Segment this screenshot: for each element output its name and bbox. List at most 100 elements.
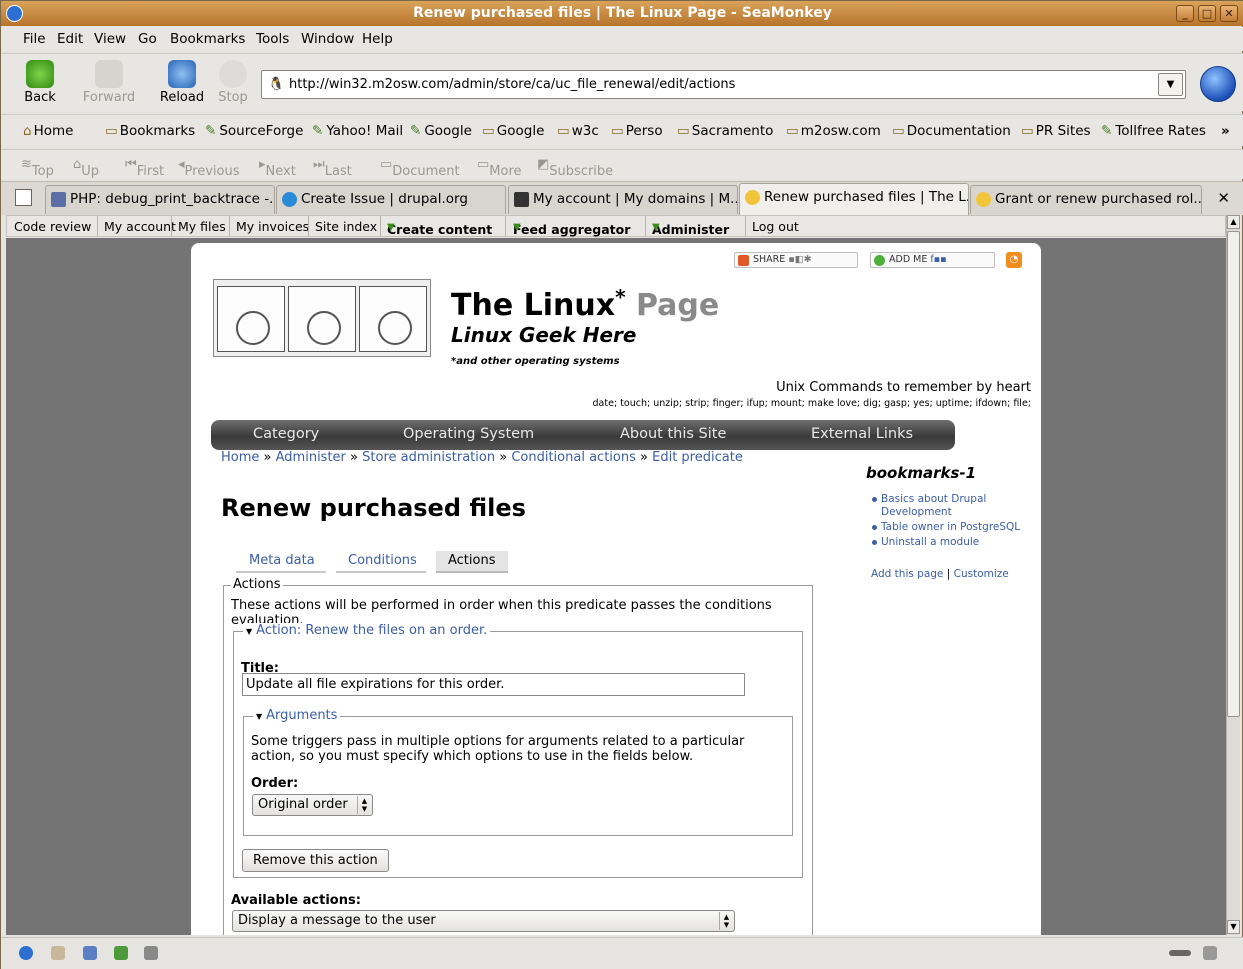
breadcrumb-store-administration[interactable]: Store administration — [362, 450, 495, 465]
scroll-down-icon[interactable]: ▼ — [1227, 920, 1240, 934]
add-me-button[interactable]: ADD ME f▪▪ — [870, 252, 995, 268]
close-window-icon[interactable]: ✕ — [1220, 5, 1238, 22]
tab-conditions[interactable]: Conditions — [336, 551, 426, 573]
divider — [505, 216, 506, 236]
menu-go[interactable]: Go — [138, 31, 157, 47]
bookmark-folder-w3c[interactable]: ▭ w3c — [557, 123, 599, 139]
sidebar-bookmark-item[interactable]: Table owner in PostgreSQL — [872, 521, 1021, 534]
scroll-up-icon[interactable]: ▲ — [1227, 215, 1240, 229]
irc-chat-icon[interactable] — [144, 946, 158, 960]
breadcrumb-administer[interactable]: Administer — [276, 450, 346, 465]
mail-icon[interactable] — [51, 946, 65, 960]
order-select[interactable]: Original order ▲ ▼ — [252, 794, 373, 816]
stop-button[interactable]: Stop — [203, 60, 263, 105]
menu-tools[interactable]: Tools — [256, 31, 289, 47]
add-this-page-link[interactable]: Add this page — [871, 568, 943, 580]
foxtrot-comic-logo[interactable] — [213, 279, 431, 357]
site-slogan: Linux Geek Here — [451, 323, 637, 347]
admin-my-invoices[interactable]: My invoices — [236, 219, 309, 234]
bookmarks-overflow-icon[interactable]: » — [1221, 123, 1230, 139]
new-tab-icon[interactable] — [15, 189, 32, 206]
admin-code-review[interactable]: Code review — [14, 219, 91, 234]
bookmark-folder-bookmarks[interactable]: ▭ Bookmarks — [105, 123, 195, 139]
tab-meta-data[interactable]: Meta data — [236, 551, 326, 573]
bookmark-folder-pr-sites[interactable]: ▭ PR Sites — [1021, 123, 1091, 139]
composer-icon[interactable] — [83, 946, 97, 960]
tab-drupal-issue[interactable]: Create Issue | drupal.org — [276, 185, 506, 214]
collapse-triangle-icon: ▼ — [246, 627, 253, 636]
divider — [308, 216, 309, 236]
bookmark-home[interactable]: ⌂ Home — [23, 123, 73, 139]
menu-view[interactable]: View — [94, 31, 126, 47]
share-button[interactable]: SHARE ▪◧✱ — [734, 252, 858, 268]
admin-my-files[interactable]: My files — [178, 219, 226, 234]
breadcrumb-conditional-actions[interactable]: Conditional actions — [511, 450, 636, 465]
arguments-collapse-toggle[interactable]: ▼ Arguments — [253, 708, 341, 723]
seamonkey-logo-icon[interactable] — [1200, 66, 1236, 102]
forward-arrow-icon — [95, 60, 123, 88]
nav-about-site[interactable]: About this Site — [620, 426, 726, 442]
nav-category[interactable]: Category — [253, 426, 319, 442]
bookmark-folder-documentation[interactable]: ▭ Documentation — [892, 123, 1011, 139]
tab-php-debug[interactable]: PHP: debug_print_backtrace -... — [45, 185, 275, 214]
bookmark-leaf-icon: ✎ — [312, 123, 324, 139]
url-bar[interactable]: 🐧 http://win32.m2osw.com/admin/store/ca/… — [261, 70, 1186, 99]
bookmark-folder-sacramento[interactable]: ▭ Sacramento — [677, 123, 773, 139]
admin-log-out[interactable]: Log out — [752, 219, 799, 234]
url-dropdown-icon[interactable]: ▼ — [1158, 73, 1183, 96]
admin-site-index[interactable]: Site index — [315, 219, 377, 234]
menu-help[interactable]: Help — [362, 31, 393, 47]
bookmark-yahoo-mail[interactable]: ✎ Yahoo! Mail — [312, 123, 403, 139]
action-collapse-toggle[interactable]: ▼ Action: Renew the files on an order. — [243, 623, 491, 638]
page-content: SHARE ▪◧✱ ADD ME f▪▪ ◔ The Linux* Page L… — [191, 243, 1041, 935]
bookmark-google[interactable]: ✎ Google — [410, 123, 472, 139]
tab-my-account[interactable]: My account | My domains | M... — [508, 185, 738, 214]
remove-action-button[interactable]: Remove this action — [242, 849, 389, 872]
vertical-scrollbar[interactable]: ▲ ▼ — [1226, 215, 1240, 935]
menu-window[interactable]: Window — [301, 31, 354, 47]
bookmark-folder-m2osw[interactable]: ▭ m2osw.com — [786, 123, 881, 139]
breadcrumb-edit-predicate[interactable]: Edit predicate — [652, 450, 743, 465]
nav-operating-system[interactable]: Operating System — [403, 426, 534, 442]
sidebar-bookmarks-title: bookmarks-1 — [866, 464, 977, 482]
tab-actions[interactable]: Actions — [436, 551, 508, 573]
seamonkey-app-icon[interactable] — [6, 5, 23, 22]
folder-icon: ▭ — [105, 123, 118, 139]
menu-bookmarks[interactable]: Bookmarks — [170, 31, 245, 47]
tab-grant-renew-roles[interactable]: Grant or renew purchased rol... — [970, 185, 1202, 214]
action-title-input[interactable]: Update all file expirations for this ord… — [242, 673, 745, 696]
scroll-thumb[interactable] — [1227, 231, 1240, 717]
minimize-icon[interactable]: _ — [1176, 5, 1194, 22]
navigator-icon[interactable] — [19, 946, 33, 960]
admin-my-account[interactable]: My account — [104, 219, 176, 234]
bookmark-folder-google[interactable]: ▭ Google — [482, 123, 544, 139]
bookmark-leaf-icon: ✎ — [410, 123, 422, 139]
rss-feed-icon[interactable]: ◔ — [1006, 252, 1022, 268]
forward-button[interactable]: Forward — [79, 60, 139, 105]
available-actions-select[interactable]: Display a message to the user ▲ ▼ — [232, 910, 735, 932]
available-actions-label: Available actions: — [231, 893, 361, 908]
online-status-icon[interactable] — [1169, 950, 1191, 956]
breadcrumb-home[interactable]: Home — [221, 450, 259, 465]
address-book-icon[interactable] — [114, 946, 128, 960]
sidebar-bookmark-item[interactable]: Basics about Drupal Development — [872, 493, 1021, 519]
bookmark-folder-perso[interactable]: ▭ Perso — [611, 123, 663, 139]
maximize-icon[interactable]: □ — [1198, 5, 1216, 22]
folder-icon: ▭ — [892, 123, 905, 139]
site-name[interactable]: The Linux* Page — [451, 285, 719, 323]
customize-link[interactable]: Customize — [954, 568, 1009, 580]
bookmark-tollfree-rates[interactable]: ✎ Tollfree Rates — [1101, 123, 1206, 139]
url-text[interactable]: http://win32.m2osw.com/admin/store/ca/uc… — [289, 77, 735, 92]
security-lock-icon[interactable] — [1203, 946, 1217, 960]
tab-renew-purchased-files[interactable]: Renew purchased files | The L... — [739, 183, 969, 215]
folder-icon: ▭ — [786, 123, 799, 139]
menu-file[interactable]: File — [23, 31, 46, 47]
bookmark-sourceforge[interactable]: ✎ SourceForge — [205, 123, 303, 139]
nav-external-links[interactable]: External Links — [811, 426, 913, 442]
back-button[interactable]: Back — [10, 60, 70, 105]
menu-edit[interactable]: Edit — [57, 31, 83, 47]
sidebar-bookmark-item[interactable]: Uninstall a module — [872, 536, 1021, 549]
close-tab-icon[interactable]: ✕ — [1217, 189, 1230, 207]
divider — [745, 216, 746, 236]
divider — [171, 216, 172, 236]
